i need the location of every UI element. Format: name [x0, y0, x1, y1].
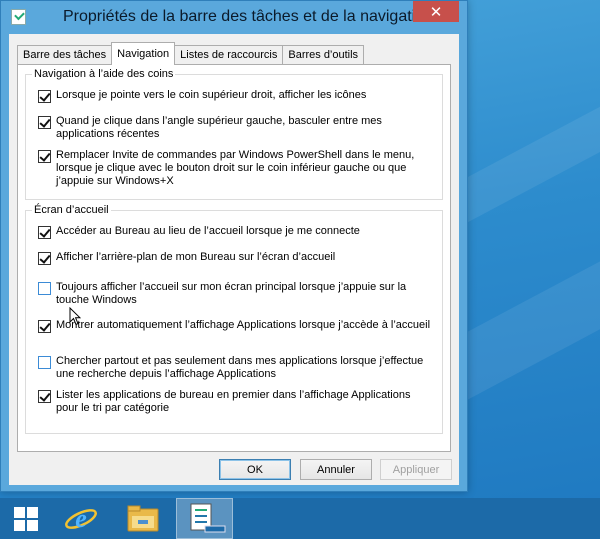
checkbox[interactable]	[38, 356, 51, 369]
start-button[interactable]	[0, 498, 54, 539]
apply-button[interactable]: Appliquer	[380, 459, 452, 480]
tab-strip: Barre des tâches Navigation Listes de ra…	[17, 42, 365, 65]
checkbox[interactable]	[38, 390, 51, 403]
cancel-button[interactable]: Annuler	[300, 459, 372, 480]
checkbox[interactable]	[38, 90, 51, 103]
checkbox[interactable]	[38, 226, 51, 239]
corner-navigation-legend: Navigation à l’aide des coins	[32, 68, 176, 80]
window-title: Propriétés de la barre des tâches et de …	[63, 8, 434, 25]
option-label: Toujours afficher l’accueil sur mon écra…	[56, 281, 407, 306]
corner-navigation-group: Navigation à l’aide des coins Lorsque je…	[25, 68, 443, 200]
taskbar: e	[0, 498, 600, 539]
option-corner-charms[interactable]: Lorsque je pointe vers le coin supérieur…	[38, 89, 434, 103]
internet-explorer-button[interactable]: e	[54, 498, 108, 539]
checkbox[interactable]	[38, 150, 51, 163]
option-boot-to-desktop[interactable]: Accéder au Bureau au lieu de l’accueil l…	[38, 225, 434, 239]
option-label: Accéder au Bureau au lieu de l’accueil l…	[56, 225, 360, 237]
checkbox[interactable]	[38, 252, 51, 265]
file-explorer-icon	[127, 505, 159, 532]
checkbox[interactable]	[38, 282, 51, 295]
option-label: Afficher l’arrière-plan de mon Bureau su…	[56, 251, 336, 263]
tab-navigation[interactable]: Navigation	[111, 42, 176, 65]
file-explorer-button[interactable]	[116, 498, 170, 539]
windows-start-icon	[14, 507, 38, 531]
taskbar-properties-icon	[190, 503, 226, 533]
option-label: Lister les applications de bureau en pre…	[56, 389, 411, 414]
option-label: Chercher partout et pas seulement dans m…	[56, 355, 424, 380]
option-desktop-apps-first[interactable]: Lister les applications de bureau en pre…	[38, 389, 434, 415]
option-label: Montrer automatiquement l’affichage Appl…	[56, 319, 431, 331]
option-start-on-main-display[interactable]: Toujours afficher l’accueil sur mon écra…	[38, 281, 434, 307]
dialog-body: Barre des tâches Navigation Listes de ra…	[9, 34, 459, 485]
checkbox[interactable]	[38, 116, 51, 129]
option-label: Lorsque je pointe vers le coin supérieur…	[56, 89, 367, 101]
tab-taskbar[interactable]: Barre des tâches	[17, 45, 113, 65]
option-search-everywhere[interactable]: Chercher partout et pas seulement dans m…	[38, 355, 434, 381]
option-show-apps-view[interactable]: Montrer automatiquement l’affichage Appl…	[38, 319, 434, 333]
app-icon	[11, 9, 26, 25]
title-bar[interactable]: Propriétés de la barre des tâches et de …	[1, 1, 467, 34]
mouse-pointer-icon	[69, 307, 81, 326]
start-screen-legend: Écran d’accueil	[32, 204, 111, 216]
close-button[interactable]: ✕	[413, 1, 459, 22]
tab-toolbars[interactable]: Barres d’outils	[282, 45, 365, 65]
taskbar-properties-button[interactable]	[176, 498, 233, 539]
option-corner-recent-apps[interactable]: Quand je clique dans l’angle supérieur g…	[38, 115, 434, 141]
start-screen-group: Écran d’accueil Accéder au Bureau au lie…	[25, 204, 443, 434]
internet-explorer-icon: e	[65, 504, 97, 533]
option-powershell[interactable]: Remplacer Invite de commandes par Window…	[38, 149, 434, 188]
ok-button[interactable]: OK	[219, 459, 291, 480]
properties-window: Propriétés de la barre des tâches et de …	[0, 0, 468, 492]
svg-text:e: e	[75, 504, 87, 533]
close-icon: ✕	[429, 3, 443, 21]
checkbox[interactable]	[38, 320, 51, 333]
navigation-panel: Navigation à l’aide des coins Lorsque je…	[17, 64, 451, 452]
option-desktop-background-on-start[interactable]: Afficher l’arrière-plan de mon Bureau su…	[38, 251, 434, 265]
option-label: Remplacer Invite de commandes par Window…	[56, 149, 415, 187]
tab-jump-lists[interactable]: Listes de raccourcis	[174, 45, 284, 65]
option-label: Quand je clique dans l’angle supérieur g…	[56, 115, 382, 140]
